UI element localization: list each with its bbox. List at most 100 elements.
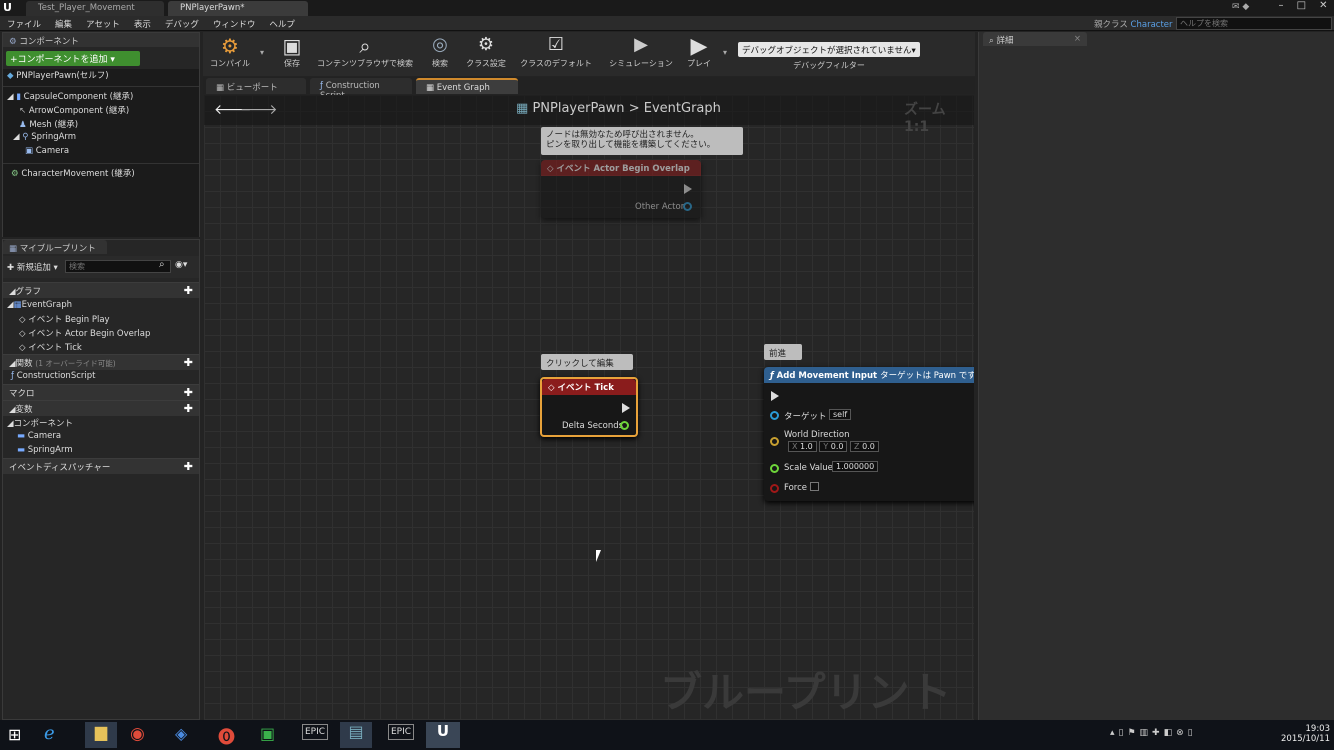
node-tick-comment[interactable]: クリックして編集 — [541, 354, 633, 370]
component-camera[interactable]: ▣ Camera — [3, 146, 199, 160]
force-pin[interactable] — [770, 484, 779, 493]
node-event-tick[interactable]: ◇ イベント Tick Delta Seconds — [540, 377, 638, 437]
clock[interactable]: 19:03 2015/10/11 — [1270, 724, 1330, 744]
exec-in-pin[interactable] — [771, 391, 779, 401]
scale-value-pin[interactable] — [770, 464, 779, 473]
tab-construction-script[interactable]: ƒ Construction Script — [310, 78, 412, 101]
menu-window[interactable]: ウィンドウ — [206, 16, 263, 30]
node-add-movement-input[interactable]: ƒ Add Movement Input ターゲットは Pawn です ターゲッ… — [764, 367, 974, 501]
add-function-icon[interactable]: ✚ — [184, 356, 193, 369]
section-graphs[interactable]: ◢グラフ ✚ — [3, 282, 199, 298]
section-variables[interactable]: ◢変数 ✚ — [3, 400, 199, 416]
internet-explorer-icon[interactable]: ℯ — [44, 723, 55, 744]
add-graph-icon[interactable]: ✚ — [184, 284, 193, 297]
node-forward-comment[interactable]: 前進 — [764, 344, 802, 360]
tab-event-graph[interactable]: ▦ Event Graph — [416, 78, 518, 94]
photos-icon[interactable]: ▤ — [340, 722, 372, 748]
maximize-icon[interactable]: □ — [1297, 0, 1306, 14]
component-springarm[interactable]: ◢ ⚲ SpringArm — [3, 132, 199, 146]
component-mesh[interactable]: ♟ Mesh (継承) — [3, 118, 199, 132]
class-defaults-button[interactable]: ☑ クラスのデフォルト — [516, 34, 596, 72]
unreal-editor-icon[interactable]: U — [426, 722, 460, 748]
variable-camera[interactable]: ▬ Camera — [3, 430, 199, 444]
compile-options-dropdown[interactable]: ▾ — [260, 48, 264, 57]
debug-object-select[interactable]: デバッグオブジェクトが選択されていません▾ — [738, 42, 920, 57]
class-settings-button[interactable]: ⚙ クラス設定 — [462, 34, 510, 72]
details-tab[interactable]: ⌕ 詳細 × — [983, 32, 1087, 46]
app-icon[interactable]: ◈ — [175, 724, 187, 743]
node-actor-begin-overlap[interactable]: ◇ イベント Actor Begin Overlap Other Actor — [541, 160, 701, 218]
world-direction-pin[interactable] — [770, 437, 779, 446]
menu-debug[interactable]: デバッグ — [158, 16, 206, 30]
component-self[interactable]: ◆ PNPlayerPawn(セルフ) — [3, 69, 199, 83]
system-tray-icons[interactable]: ▴▯⚑▥✚◧⊗▯ — [1110, 728, 1197, 738]
forward-arrow-icon[interactable]: 🡒 — [240, 101, 278, 118]
exec-out-pin[interactable] — [622, 403, 630, 413]
menu-file[interactable]: ファイル — [0, 16, 48, 30]
component-capsule[interactable]: ◢ ▮ CapsuleComponent (継承) — [3, 90, 199, 104]
notification-icon[interactable]: ✉ ◆ — [1232, 2, 1249, 12]
tab-pnplayerpawn[interactable]: PNPlayerPawn* — [168, 1, 308, 16]
component-charmovement[interactable]: ⚙ CharacterMovement (継承) — [3, 167, 199, 181]
direction-y-field[interactable]: Y 0.0 — [819, 441, 848, 452]
file-explorer-icon[interactable]: ▆ — [85, 722, 117, 748]
simulation-button[interactable]: ▶ シミュレーション — [604, 34, 678, 72]
close-icon[interactable]: ✕ — [1319, 0, 1327, 14]
add-dispatcher-icon[interactable]: ✚ — [184, 460, 193, 473]
add-macro-icon[interactable]: ✚ — [184, 386, 193, 399]
eye-icon[interactable]: ◉▾ — [175, 260, 187, 270]
window-controls[interactable]: – □ ✕ — [1272, 0, 1334, 14]
close-icon[interactable]: × — [1074, 34, 1081, 44]
play-options-dropdown[interactable]: ▾ — [723, 48, 727, 57]
menu-asset[interactable]: アセット — [79, 16, 127, 30]
play-button[interactable]: ▶ プレイ — [682, 34, 716, 72]
function-construction-script[interactable]: ƒ ConstructionScript — [3, 370, 199, 384]
event-actor-begin-overlap[interactable]: ◇ イベント Actor Begin Overlap — [3, 326, 199, 340]
force-checkbox[interactable] — [810, 482, 819, 491]
start-windows-icon[interactable]: ⊞ — [8, 725, 21, 744]
menu-edit[interactable]: 編集 — [48, 16, 79, 30]
epic-launcher-icon[interactable]: EPIC — [302, 724, 329, 740]
menu-help[interactable]: ヘルプ — [262, 16, 302, 30]
menu-view[interactable]: 表示 — [127, 16, 158, 30]
component-arrow[interactable]: ↖ ArrowComponent (継承) — [3, 104, 199, 118]
variable-springarm[interactable]: ▬ SpringArm — [3, 444, 199, 458]
help-search-input[interactable] — [1176, 17, 1332, 30]
event-begin-play[interactable]: ◇ イベント Begin Play — [3, 312, 199, 326]
add-variable-icon[interactable]: ✚ — [184, 402, 193, 415]
vivaldi-icon[interactable]: ⓿ — [218, 723, 235, 748]
event-tick[interactable]: ◇ イベント Tick — [3, 340, 199, 354]
target-pin[interactable] — [770, 411, 779, 420]
compile-button[interactable]: ⚙ コンパイル — [206, 34, 254, 72]
tab-test-player-movement[interactable]: Test_Player_Movement — [26, 1, 164, 16]
save-button[interactable]: ▣ 保存 — [276, 34, 308, 72]
minimize-icon[interactable]: – — [1279, 0, 1284, 14]
event-graph-canvas[interactable]: 🡐 🡒 ▦ PNPlayerPawn > EventGraph ズーム 1:1 … — [204, 95, 974, 720]
breadcrumb-leaf[interactable]: EventGraph — [644, 101, 721, 116]
find-in-content-browser-button[interactable]: ⌕ コンテンツブラウザで検索 — [312, 34, 418, 72]
add-new-button[interactable]: ✚ 新規追加 ▾ — [7, 261, 58, 273]
target-value[interactable]: self — [829, 409, 852, 420]
section-functions[interactable]: ◢関数 (1 オーバーライド可能) ✚ — [3, 354, 199, 370]
graph-eventgraph[interactable]: ◢▦EventGraph — [3, 298, 199, 312]
add-component-button[interactable]: +コンポーネントを追加 ▾ — [6, 51, 140, 66]
blueprint-search-input[interactable] — [65, 260, 171, 273]
other-actor-pin[interactable] — [683, 202, 692, 211]
exec-out-pin[interactable] — [684, 184, 692, 194]
search-button[interactable]: ◎ 検索 — [424, 34, 456, 72]
section-event-dispatchers[interactable]: イベントディスパッチャー ✚ — [3, 458, 199, 474]
delta-seconds-pin[interactable] — [620, 421, 629, 430]
chrome-icon[interactable]: ◉ — [130, 724, 145, 744]
scale-value-field[interactable]: 1.000000 — [832, 461, 879, 472]
direction-x-field[interactable]: X 1.0 — [788, 441, 817, 452]
excel-icon[interactable]: ▣ — [260, 724, 275, 743]
search-icon[interactable]: ⌕ — [159, 259, 165, 270]
tab-viewport[interactable]: ▦ ビューポート — [206, 78, 306, 94]
parent-class-link[interactable]: Character — [1131, 20, 1173, 30]
variables-components[interactable]: ◢コンポーネント — [3, 416, 199, 430]
breadcrumb-root[interactable]: PNPlayerPawn — [532, 101, 624, 116]
epic-launcher-icon-2[interactable]: EPIC — [388, 724, 415, 740]
node-warning-comment[interactable]: ノードは無効なため呼び出されません。 ピンを取り出して機能を構築してください。 — [541, 127, 743, 155]
direction-z-field[interactable]: Z 0.0 — [850, 441, 879, 452]
section-macros[interactable]: マクロ ✚ — [3, 384, 199, 400]
